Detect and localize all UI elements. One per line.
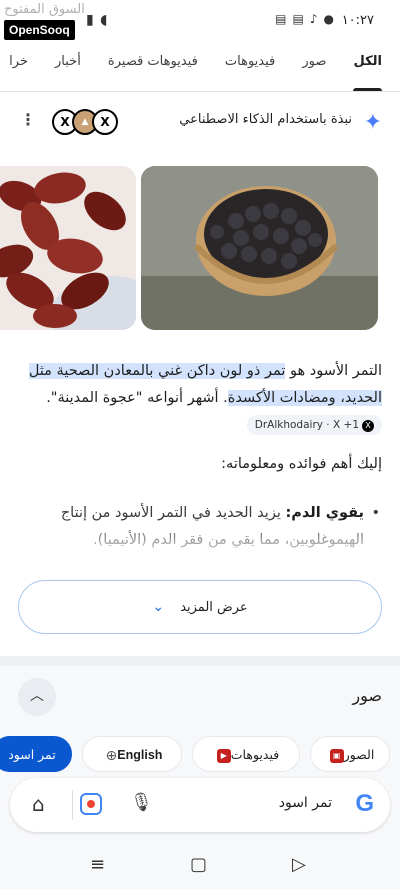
tab-all[interactable]: الكل — [353, 44, 382, 91]
chevron-down-icon: ⌄ — [152, 599, 165, 615]
separator — [72, 790, 73, 820]
fade-overlay — [0, 520, 400, 560]
show-more-button[interactable]: عرض المزيد ⌄ — [18, 580, 382, 634]
watermark-arabic: السوق المفتوح — [4, 2, 85, 17]
x-source-icon-2: X — [92, 109, 118, 135]
chip-query[interactable]: تمر اسود — [0, 736, 72, 772]
show-more-label: عرض المزيد — [180, 600, 248, 615]
ai-overview-header: ✦ نبذة باستخدام الذكاء الاصطناعي X ▲ X ⋮ — [0, 92, 400, 154]
facebook-icon: ● — [323, 12, 334, 26]
tab-videos[interactable]: فيديوهات — [225, 44, 275, 91]
images-section-label: صور — [352, 686, 382, 705]
recent-apps-icon[interactable]: ≡ — [90, 854, 105, 875]
search-bar[interactable]: G تمر اسود 🎙 ⌂ — [10, 778, 390, 832]
chevron-up-icon[interactable]: ︿ — [18, 678, 56, 716]
globe-icon: ⊕ — [105, 747, 118, 764]
home-icon[interactable]: ⌂ — [32, 792, 45, 816]
status-bar: السوق المفتوح OpenSooq ▮ ◖ ▤ ▤ ♪ ● ١٠:٢٧ — [0, 0, 400, 44]
battery-icon: ▮ ◖ — [86, 12, 109, 28]
section-divider — [0, 656, 400, 666]
source-icons[interactable]: X ▲ X — [52, 109, 118, 135]
tab-news[interactable]: أخبار — [55, 44, 81, 91]
tab-images[interactable]: صور — [302, 44, 326, 91]
chip-images[interactable]: ▣ الصور — [310, 736, 390, 772]
news-icon-2: ▤ — [292, 12, 304, 26]
ai-answer-text: التمر الأسود هو تمر ذو لون داكن غني بالم… — [18, 358, 382, 439]
answer-rest: . أشهر أنواعه "عجوة المدينة". — [46, 390, 228, 406]
opensooq-logo: OpenSooq — [4, 20, 75, 40]
chip-videos[interactable]: ▶ فيديوهات — [192, 736, 300, 772]
black-dates-image[interactable] — [141, 166, 378, 330]
benefits-intro: إليك أهم فوائده ومعلوماته: — [221, 456, 382, 472]
system-nav-bar: ≡ ▢ ▷ — [0, 842, 400, 889]
lens-icon[interactable] — [80, 793, 102, 815]
video-icon: ▶ — [216, 748, 231, 763]
tiktok-icon: ♪ — [309, 12, 318, 26]
source-chip[interactable]: DrAlkhodairy · X +1 X — [246, 415, 382, 435]
home-button-icon[interactable]: ▢ — [190, 854, 207, 875]
more-options-icon[interactable]: ⋮ — [20, 110, 36, 129]
ai-overview-title: نبذة باستخدام الذكاء الاصطناعي — [179, 112, 352, 127]
bullet-title: يقوي الدم: — [285, 505, 364, 521]
notification-icons: ▤ ▤ ♪ ● — [275, 12, 334, 26]
dates-image-left[interactable] — [0, 166, 136, 330]
search-query[interactable]: تمر اسود — [279, 795, 332, 811]
tab-short-videos[interactable]: فيديوهات قصيرة — [108, 44, 198, 91]
image-icon: ▣ — [329, 748, 344, 763]
chip-english[interactable]: ⊕English — [82, 736, 182, 772]
status-time: ١٠:٢٧ — [341, 13, 374, 28]
news-icon: ▤ — [275, 12, 287, 26]
tab-more[interactable]: خرا — [9, 44, 28, 91]
google-logo-icon: G — [355, 790, 374, 817]
search-tabs: الكل صور فيديوهات فيديوهات قصيرة أخبار خ… — [0, 44, 400, 92]
suggestion-chips: ▣ الصور ▶ فيديوهات ⊕English تمر اسود — [0, 736, 400, 772]
x-icon: X — [362, 420, 374, 432]
sparkle-icon: ✦ — [363, 110, 382, 135]
answer-intro: التمر الأسود هو — [285, 363, 382, 379]
back-icon[interactable]: ▷ — [292, 854, 306, 875]
mic-icon[interactable]: 🎙 — [130, 792, 153, 813]
